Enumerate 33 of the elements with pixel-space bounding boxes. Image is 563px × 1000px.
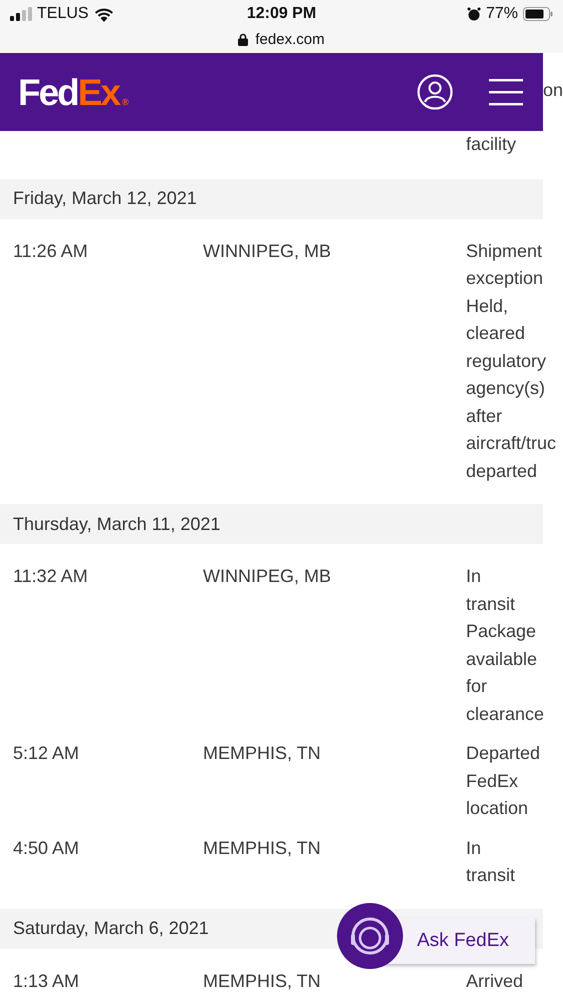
user-icon[interactable] <box>417 74 453 110</box>
event-location: WINNIPEG, MB <box>203 240 332 262</box>
event-time: 11:26 AM <box>12 240 89 262</box>
menu-icon[interactable] <box>489 78 523 106</box>
clock-time: 12:09 PM <box>246 5 316 23</box>
event-status: In transit Package available for clearance <box>466 565 544 726</box>
lock-icon <box>238 32 248 46</box>
event-location: WINNIPEG, MB <box>203 565 332 588</box>
event-time: 5:12 AM <box>12 742 80 765</box>
event-location: MEMPHIS, TN <box>203 970 322 992</box>
event-status: facility <box>466 133 518 156</box>
battery-percent: 77% <box>486 5 518 23</box>
wifi-icon <box>94 6 114 22</box>
event-status: Arrived <box>466 970 524 992</box>
date-text: Thursday, March 11, 2021 <box>13 514 220 534</box>
date-text: Saturday, March 6, 2021 <box>13 918 209 939</box>
event-time: 4:50 AM <box>12 836 80 860</box>
event-status: In transit <box>466 836 516 887</box>
headset-agent-icon <box>337 903 403 969</box>
alarm-clock-icon <box>466 7 481 21</box>
url-text[interactable]: fedex.com <box>255 30 325 48</box>
event-status: Departed FedEx location <box>466 742 540 820</box>
date-text: Friday, March 12, 2021 <box>13 188 197 209</box>
signal-icon <box>10 7 32 21</box>
event-status: on <box>542 80 563 101</box>
fedex-logo[interactable]: FedEx® <box>18 74 129 110</box>
event-location: MEMPHIS, TN <box>203 836 322 860</box>
battery-icon <box>523 7 553 21</box>
event-location: MEMPHIS, TN <box>203 742 322 765</box>
event-status: Shipment exception Held, cleared regulatory agency(s) after aircraft/truc departed <box>466 240 556 483</box>
carrier-name: TELUS <box>37 5 89 23</box>
event-time: 1:13 AM <box>12 970 80 992</box>
event-time: 11:32 AM <box>12 565 89 588</box>
